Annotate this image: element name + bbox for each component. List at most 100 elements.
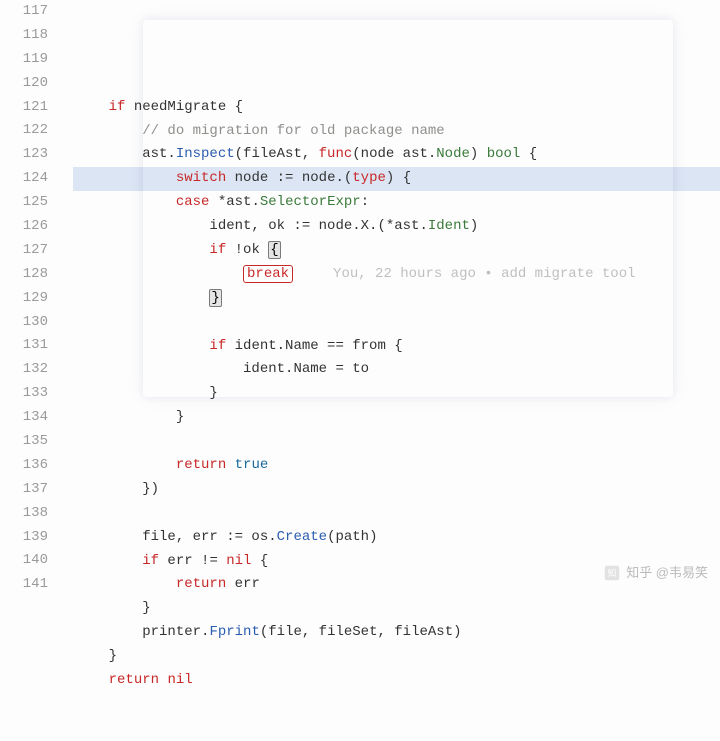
token: ast. (142, 146, 176, 162)
code-line[interactable] (75, 311, 720, 335)
token: { (268, 241, 280, 259)
token: type (352, 170, 386, 186)
line-number: 139 (0, 526, 48, 550)
code-line[interactable]: }) (75, 478, 720, 502)
code-editor[interactable]: 1171181191201211221231241251261271281291… (0, 0, 720, 595)
code-line[interactable]: return true (75, 454, 720, 478)
line-number: 123 (0, 143, 48, 167)
token: *ast. (209, 194, 259, 210)
token: // do migration for old package name (142, 123, 444, 139)
token: if (209, 242, 226, 258)
token: printer. (142, 624, 209, 640)
line-number: 120 (0, 72, 48, 96)
line-number: 125 (0, 191, 48, 215)
token: if (109, 99, 126, 115)
code-line[interactable] (75, 502, 720, 526)
token: func (319, 146, 353, 162)
token: break (243, 265, 293, 283)
token: (fileAst, (235, 146, 319, 162)
token: file, err := os. (142, 529, 276, 545)
token: if (142, 553, 159, 569)
line-number: 140 (0, 549, 48, 573)
token: bool (487, 146, 521, 162)
token: if (209, 338, 226, 354)
token (226, 457, 234, 473)
token: return (176, 457, 226, 473)
token: (node ast. (352, 146, 436, 162)
code-line[interactable]: } (75, 597, 720, 621)
line-number: 128 (0, 263, 48, 287)
line-number: 118 (0, 24, 48, 48)
token: case (176, 194, 210, 210)
token: !ok (226, 242, 268, 258)
line-number-gutter: 1171181191201211221231241251261271281291… (0, 0, 73, 595)
token: ident.Name = to (243, 361, 369, 377)
code-line[interactable]: printer.Fprint(file, fileSet, fileAst) (75, 621, 720, 645)
code-line[interactable]: if !ok { (75, 239, 720, 263)
line-number: 136 (0, 454, 48, 478)
token: err != (159, 553, 226, 569)
token: ) { (386, 170, 411, 186)
line-number: 129 (0, 287, 48, 311)
token: Create (277, 529, 327, 545)
token: (file, fileSet, fileAst) (260, 624, 462, 640)
line-number: 135 (0, 430, 48, 454)
token: : (361, 194, 369, 210)
token: } (142, 600, 150, 616)
line-number: 132 (0, 358, 48, 382)
token: { (251, 553, 268, 569)
token: ) (470, 218, 478, 234)
code-line[interactable]: switch node := node.(type) { (75, 167, 720, 191)
token: } (109, 648, 117, 664)
line-number: 126 (0, 215, 48, 239)
token: ) (470, 146, 487, 162)
token: nil (167, 672, 192, 688)
line-number: 122 (0, 119, 48, 143)
token: return (109, 672, 159, 688)
code-line[interactable]: } (75, 382, 720, 406)
token: Inspect (176, 146, 235, 162)
code-line[interactable]: if needMigrate { (75, 96, 720, 120)
code-line[interactable]: ident.Name = to (75, 358, 720, 382)
token: } (209, 289, 221, 307)
code-line[interactable]: if ident.Name == from { (75, 335, 720, 359)
code-line[interactable] (75, 430, 720, 454)
code-line[interactable]: if err != nil { (75, 550, 720, 574)
code-line[interactable]: } (75, 406, 720, 430)
code-line[interactable]: } (75, 645, 720, 669)
git-blame-annotation: You, 22 hours ago • add migrate tool (293, 266, 635, 282)
line-number: 124 (0, 167, 48, 191)
token: Ident (428, 218, 470, 234)
line-number: 137 (0, 478, 48, 502)
token: SelectorExpr (260, 194, 361, 210)
code-line[interactable]: } (75, 287, 720, 311)
code-line[interactable]: ast.Inspect(fileAst, func(node ast.Node)… (75, 143, 720, 167)
token: Fprint (209, 624, 259, 640)
code-area[interactable]: if needMigrate { // do migration for old… (73, 0, 720, 595)
line-number: 127 (0, 239, 48, 263)
code-line[interactable]: file, err := os.Create(path) (75, 526, 720, 550)
line-number: 130 (0, 311, 48, 335)
line-number: 117 (0, 0, 48, 24)
token: } (176, 409, 184, 425)
code-line[interactable]: case *ast.SelectorExpr: (75, 191, 720, 215)
line-number: 131 (0, 334, 48, 358)
code-line[interactable]: // do migration for old package name (75, 120, 720, 144)
token: needMigrate { (125, 99, 243, 115)
token: (path) (327, 529, 377, 545)
code-line[interactable]: return err (75, 573, 720, 597)
token: true (235, 457, 269, 473)
token: nil (226, 553, 251, 569)
line-number: 121 (0, 96, 48, 120)
code-line[interactable]: return nil (75, 669, 720, 693)
line-number: 138 (0, 502, 48, 526)
token: ident, ok := node.X.(*ast. (209, 218, 427, 234)
token: node := node.( (226, 170, 352, 186)
line-number: 134 (0, 406, 48, 430)
token: } (209, 385, 217, 401)
token: err (226, 576, 260, 592)
code-line[interactable]: breakYou, 22 hours ago • add migrate too… (75, 263, 720, 287)
token: switch (176, 170, 226, 186)
token: Node (436, 146, 470, 162)
code-line[interactable]: ident, ok := node.X.(*ast.Ident) (75, 215, 720, 239)
